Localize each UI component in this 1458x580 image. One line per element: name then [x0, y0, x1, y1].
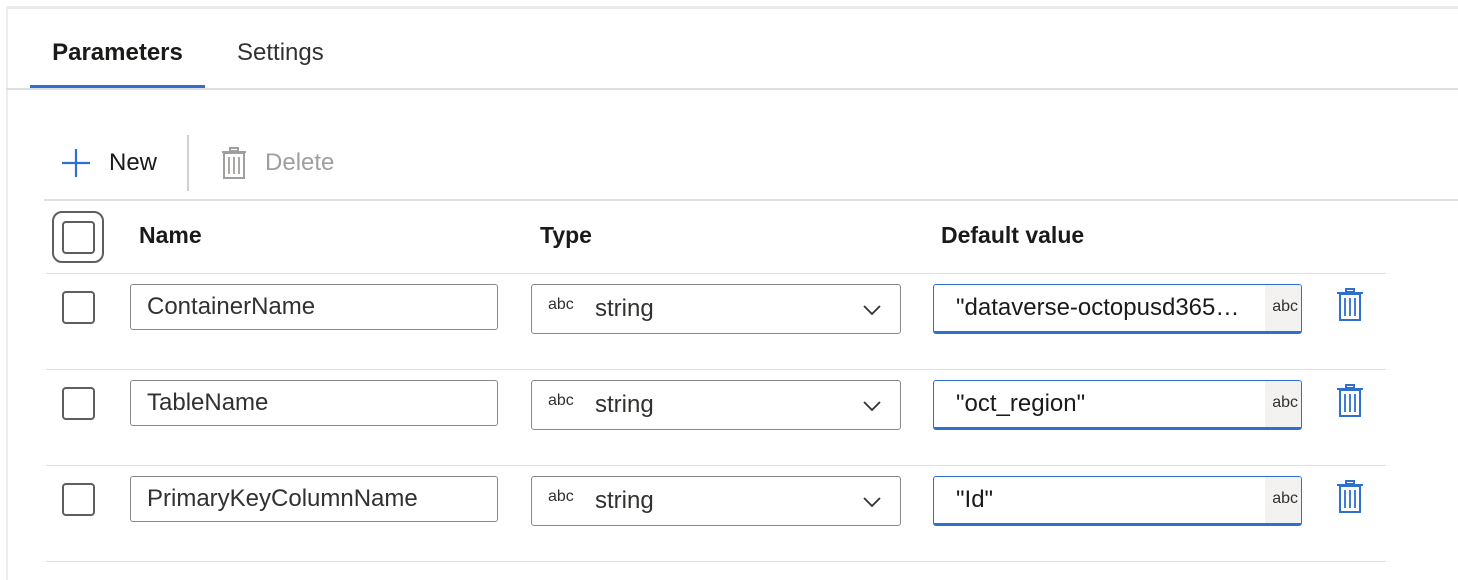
row-divider — [46, 561, 1386, 562]
string-type-icon: abc — [548, 296, 574, 313]
tab-divider — [6, 88, 1458, 90]
delete-row-trash-icon[interactable] — [1336, 480, 1364, 514]
parameter-type-select[interactable]: abc string — [531, 476, 901, 526]
new-button[interactable]: New — [50, 135, 157, 191]
row-checkbox[interactable] — [62, 387, 95, 420]
tab-settings[interactable]: Settings — [237, 30, 324, 88]
column-header-default-value: Default value — [941, 222, 1085, 248]
delete-button-label: Delete — [265, 149, 335, 176]
trash-icon — [222, 147, 247, 179]
parameter-type-value: string — [595, 487, 654, 514]
parameter-name-input[interactable]: ContainerName — [130, 284, 498, 330]
column-header-type: Type — [540, 222, 592, 248]
default-value-input[interactable]: "dataverse-octopusd365… abc — [933, 284, 1302, 334]
dynamic-content-button[interactable]: abc — [1265, 285, 1301, 331]
dynamic-content-button[interactable]: abc — [1265, 477, 1301, 523]
row-checkbox[interactable] — [62, 483, 95, 516]
string-type-icon: abc — [1272, 394, 1298, 411]
chevron-down-icon — [863, 497, 881, 508]
string-type-icon: abc — [548, 488, 574, 505]
toolbar-divider — [44, 199, 1458, 201]
select-all-checkbox[interactable] — [62, 221, 95, 254]
parameter-type-value: string — [595, 295, 654, 322]
table-row: ContainerName abc string "dataverse-octo… — [0, 274, 1458, 370]
default-value-text: "oct_region" — [956, 390, 1086, 417]
chevron-down-icon — [863, 401, 881, 412]
delete-row-trash-icon[interactable] — [1336, 384, 1364, 418]
string-type-icon: abc — [1272, 298, 1298, 315]
parameter-type-value: string — [595, 391, 654, 418]
new-button-label: New — [109, 149, 158, 176]
delete-row-trash-icon[interactable] — [1336, 288, 1364, 322]
parameter-type-select[interactable]: abc string — [531, 380, 901, 430]
string-type-icon: abc — [1272, 490, 1298, 507]
default-value-text: "Id" — [956, 486, 994, 513]
default-value-input[interactable]: "Id" abc — [933, 476, 1302, 526]
string-type-icon: abc — [548, 392, 574, 409]
parameter-type-select[interactable]: abc string — [531, 284, 901, 334]
default-value-input[interactable]: "oct_region" abc — [933, 380, 1302, 430]
toolbar-separator — [187, 135, 190, 191]
table-row: TableName abc string "oct_region" abc — [0, 370, 1458, 466]
parameter-name-input[interactable]: PrimaryKeyColumnName — [130, 476, 498, 522]
default-value-text: "dataverse-octopusd365… — [956, 294, 1240, 321]
tab-bar: Parameters Settings — [30, 30, 324, 88]
delete-button[interactable]: Delete — [221, 135, 334, 191]
plus-icon — [62, 149, 90, 177]
toolbar: New Delete — [50, 135, 334, 191]
top-border — [6, 6, 1458, 9]
column-header-name: Name — [139, 222, 202, 248]
dynamic-content-button[interactable]: abc — [1265, 381, 1301, 427]
table-row: PrimaryKeyColumnName abc string "Id" abc — [0, 466, 1458, 562]
tab-parameters[interactable]: Parameters — [30, 30, 205, 88]
row-checkbox[interactable] — [62, 291, 95, 324]
chevron-down-icon — [863, 305, 881, 316]
parameter-name-input[interactable]: TableName — [130, 380, 498, 426]
